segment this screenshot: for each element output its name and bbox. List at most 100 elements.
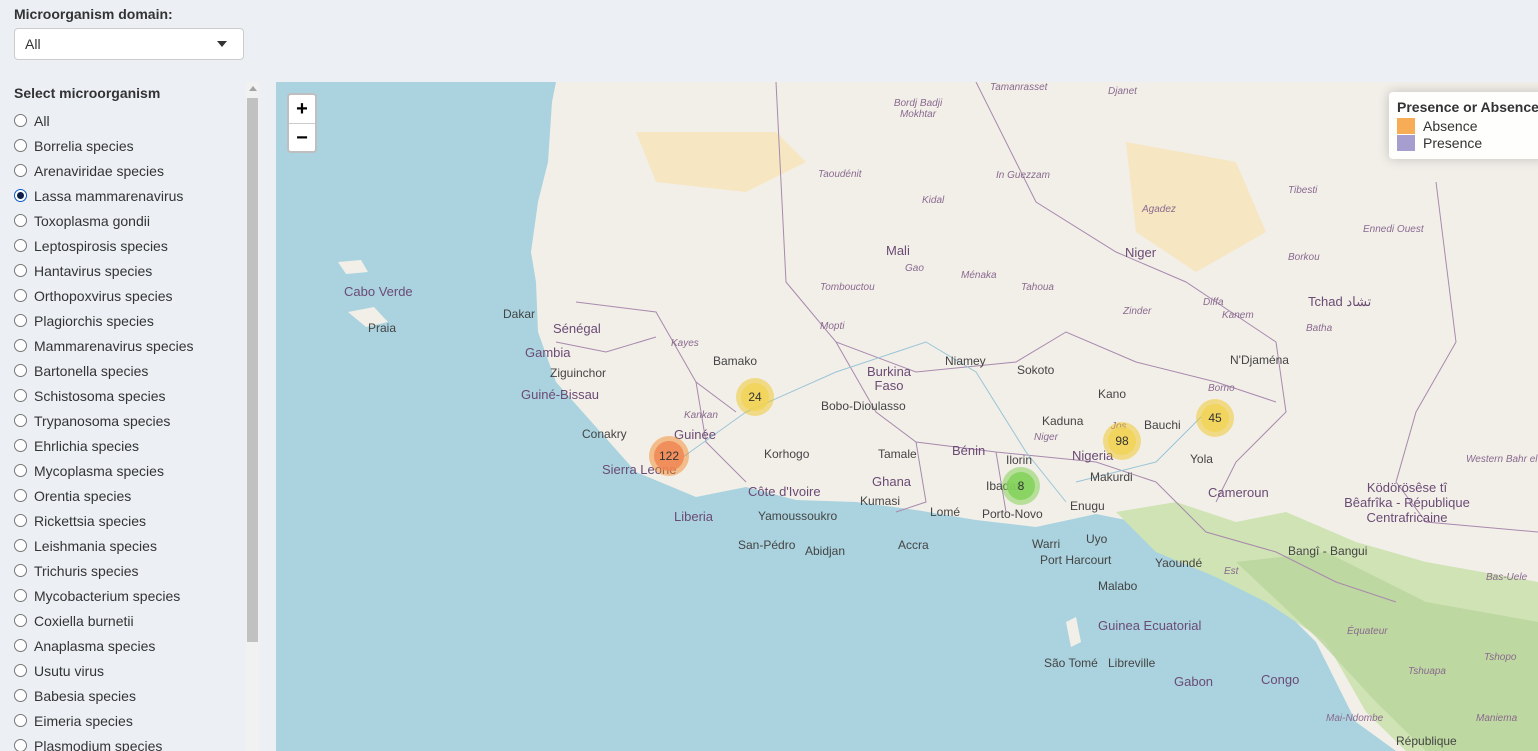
map-label: Kumasi: [860, 494, 901, 508]
map-label: Burkina Faso: [866, 364, 912, 393]
radio-option-label: Mycoplasma species: [34, 462, 164, 479]
radio-option[interactable]: Anaplasma species: [14, 633, 194, 658]
radio-button[interactable]: [14, 314, 27, 327]
map-label: Sokoto: [1017, 363, 1055, 377]
radio-option[interactable]: Mycoplasma species: [14, 458, 194, 483]
radio-button[interactable]: [14, 264, 27, 277]
radio-option[interactable]: Mycobacterium species: [14, 583, 194, 608]
radio-option-label: Lassa mammarenavirus: [34, 187, 184, 204]
radio-button[interactable]: [14, 364, 27, 377]
map-label: Kidal: [922, 195, 945, 206]
map-label: San-Pédro: [738, 538, 796, 552]
radio-option[interactable]: Bartonella species: [14, 358, 194, 383]
radio-option[interactable]: Babesia species: [14, 683, 194, 708]
radio-button[interactable]: [14, 189, 27, 202]
radio-button[interactable]: [14, 489, 27, 502]
map-label: Yaoundé: [1155, 556, 1203, 570]
radio-button[interactable]: [14, 714, 27, 727]
map-label: Abidjan: [805, 544, 846, 558]
radio-button[interactable]: [14, 589, 27, 602]
radio-button[interactable]: [14, 114, 27, 127]
radio-option-label: Hantavirus species: [34, 262, 153, 279]
map-label: In Guezzam: [996, 170, 1050, 181]
radio-option-label: Leishmania species: [34, 537, 157, 554]
map-label: Gao: [905, 263, 924, 274]
radio-button[interactable]: [14, 464, 27, 477]
marker-cluster-count: 8: [1007, 472, 1035, 500]
radio-option[interactable]: Leptospirosis species: [14, 233, 194, 258]
domain-select[interactable]: All: [14, 28, 244, 60]
radio-button[interactable]: [14, 139, 27, 152]
map-label: Accra: [898, 538, 929, 552]
radio-option-label: Bartonella species: [34, 362, 149, 379]
zoom-out-button[interactable]: −: [289, 124, 315, 152]
radio-option[interactable]: Orentia species: [14, 483, 194, 508]
radio-button[interactable]: [14, 689, 27, 702]
radio-option[interactable]: Trypanosoma species: [14, 408, 194, 433]
radio-option-label: Usutu virus: [34, 662, 105, 679]
radio-option[interactable]: All: [14, 108, 194, 133]
marker-cluster[interactable]: 122: [649, 436, 689, 476]
radio-button[interactable]: [14, 164, 27, 177]
marker-cluster[interactable]: 8: [1002, 467, 1040, 505]
radio-option[interactable]: Plasmodium species: [14, 733, 194, 751]
radio-option[interactable]: Trichuris species: [14, 558, 194, 583]
radio-option[interactable]: Usutu virus: [14, 658, 194, 683]
radio-button[interactable]: [14, 739, 27, 751]
radio-option[interactable]: Rickettsia species: [14, 508, 194, 533]
radio-option[interactable]: Arenaviridae species: [14, 158, 194, 183]
radio-option[interactable]: Lassa mammarenavirus: [14, 183, 194, 208]
microorganism-panel: Select microorganism All Borrelia species…: [0, 82, 260, 751]
radio-option[interactable]: Ehrlichia species: [14, 433, 194, 458]
radio-option-label: Trypanosoma species: [34, 412, 171, 429]
map-label: Agadez: [1142, 204, 1176, 215]
map-label: Bangî - Bangui: [1288, 544, 1368, 558]
zoom-in-button[interactable]: +: [289, 95, 315, 124]
radio-button[interactable]: [14, 564, 27, 577]
radio-button[interactable]: [14, 414, 27, 427]
radio-option[interactable]: Coxiella burnetii: [14, 608, 194, 633]
radio-option[interactable]: Orthopoxvirus species: [14, 283, 194, 308]
radio-button[interactable]: [14, 389, 27, 402]
radio-button[interactable]: [14, 439, 27, 452]
radio-option-label: Anaplasma species: [34, 637, 156, 654]
marker-cluster[interactable]: 24: [736, 378, 774, 416]
radio-option[interactable]: Mammarenavirus species: [14, 333, 194, 358]
radio-option[interactable]: Eimeria species: [14, 708, 194, 733]
map-label: Équateur: [1347, 626, 1388, 637]
radio-option[interactable]: Plagiorchis species: [14, 308, 194, 333]
map-label: Porto-Novo: [982, 507, 1043, 521]
radio-button[interactable]: [14, 639, 27, 652]
map-view[interactable]: + − Presence or Absence Absence Presence…: [276, 82, 1538, 751]
radio-option[interactable]: Borrelia species: [14, 133, 194, 158]
radio-option[interactable]: Hantavirus species: [14, 258, 194, 283]
radio-button[interactable]: [14, 239, 27, 252]
map-label: Kankan: [684, 410, 718, 421]
legend-swatch: [1397, 135, 1415, 151]
radio-option[interactable]: Leishmania species: [14, 533, 194, 558]
marker-cluster[interactable]: 98: [1103, 422, 1141, 460]
sidebar-scrollbar[interactable]: [246, 82, 259, 751]
map-label: Tshuapa: [1408, 666, 1446, 677]
radio-button[interactable]: [14, 664, 27, 677]
radio-option[interactable]: Schistosoma species: [14, 383, 194, 408]
map-label: Conakry: [582, 427, 627, 441]
radio-option-label: Babesia species: [34, 687, 136, 704]
scrollbar-thumb[interactable]: [247, 98, 258, 642]
map-label: Tamanrasset: [990, 82, 1048, 93]
map-label: Tchad تشاد: [1308, 294, 1372, 309]
radio-option-label: Coxiella burnetii: [34, 612, 134, 629]
domain-filter-label: Microorganism domain:: [14, 6, 173, 22]
radio-button[interactable]: [14, 214, 27, 227]
radio-option-label: Mycobacterium species: [34, 587, 181, 604]
radio-option-label: Plasmodium species: [34, 737, 163, 751]
radio-button[interactable]: [14, 289, 27, 302]
radio-button[interactable]: [14, 539, 27, 552]
radio-button[interactable]: [14, 614, 27, 627]
radio-button[interactable]: [14, 339, 27, 352]
map-label: Gabon: [1174, 674, 1214, 689]
radio-button[interactable]: [14, 514, 27, 527]
radio-option[interactable]: Toxoplasma gondii: [14, 208, 194, 233]
marker-cluster[interactable]: 45: [1196, 399, 1234, 437]
scroll-up-icon[interactable]: [249, 86, 257, 91]
